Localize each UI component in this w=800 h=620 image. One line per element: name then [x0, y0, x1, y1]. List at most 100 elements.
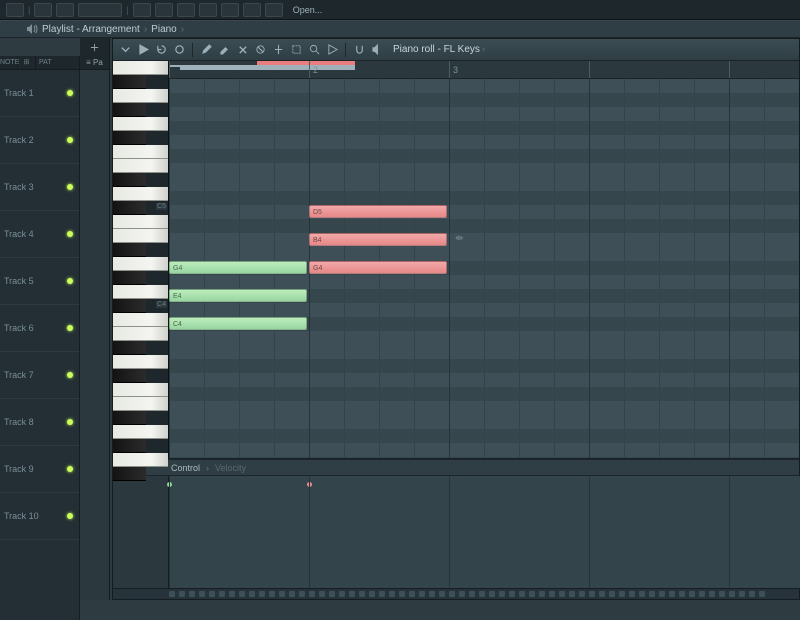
- track-active-dot[interactable]: [67, 137, 73, 143]
- white-key[interactable]: [113, 145, 168, 159]
- white-key[interactable]: [113, 383, 168, 397]
- white-key[interactable]: [113, 89, 168, 103]
- track-active-dot[interactable]: [67, 513, 73, 519]
- chevron-right-icon[interactable]: ›: [482, 44, 485, 55]
- black-key[interactable]: [113, 341, 146, 355]
- toolbar-slot[interactable]: [265, 3, 283, 17]
- track-row[interactable]: Track 1: [0, 70, 79, 117]
- track-row[interactable]: Track 6: [0, 305, 79, 352]
- track-label: Track 6: [0, 323, 34, 333]
- toolbar-slot[interactable]: [155, 3, 173, 17]
- black-key[interactable]: [113, 103, 146, 117]
- toolbar-slot[interactable]: [34, 3, 52, 17]
- minimap-scrollbar[interactable]: [113, 588, 799, 599]
- breadcrumb-item[interactable]: Piano: [151, 24, 177, 35]
- track-active-dot[interactable]: [67, 278, 73, 284]
- toolbar-slot[interactable]: [177, 3, 195, 17]
- track-active-dot[interactable]: [67, 419, 73, 425]
- pattern-tab[interactable]: PAT: [36, 59, 79, 66]
- midi-note[interactable]: G4: [169, 261, 307, 274]
- erase-tool-icon[interactable]: [234, 42, 250, 58]
- white-key[interactable]: [113, 453, 168, 467]
- time-ruler[interactable]: 23: [169, 61, 799, 79]
- midi-note[interactable]: G4: [309, 261, 447, 274]
- black-key[interactable]: [113, 75, 146, 89]
- black-key[interactable]: [113, 201, 146, 215]
- playback-tool-icon[interactable]: [324, 42, 340, 58]
- track-row[interactable]: Track 4: [0, 211, 79, 258]
- black-key[interactable]: [113, 299, 146, 313]
- track-row[interactable]: Track 10: [0, 493, 79, 540]
- white-key[interactable]: [113, 355, 168, 369]
- track-active-dot[interactable]: [67, 372, 73, 378]
- track-active-dot[interactable]: [67, 90, 73, 96]
- toolbar-slot[interactable]: [243, 3, 261, 17]
- black-key[interactable]: [113, 173, 146, 187]
- midi-note[interactable]: E4: [169, 289, 307, 302]
- white-key[interactable]: [113, 285, 168, 299]
- white-key[interactable]: [113, 61, 168, 75]
- white-key[interactable]: [113, 425, 168, 439]
- black-key[interactable]: [113, 439, 146, 453]
- track-row[interactable]: Track 8: [0, 399, 79, 446]
- loop-marker[interactable]: [180, 67, 355, 70]
- track-row[interactable]: Track 7: [0, 352, 79, 399]
- black-key[interactable]: [113, 411, 146, 425]
- speaker-icon[interactable]: [369, 42, 385, 58]
- play-button[interactable]: [135, 42, 151, 58]
- slice-tool-icon[interactable]: [270, 42, 286, 58]
- note-tab[interactable]: NOTE: [0, 56, 18, 69]
- piano-roll-grid[interactable]: 23 C4E4G4G4B4D5⇼: [169, 61, 799, 458]
- velocity-label[interactable]: Velocity: [215, 463, 246, 473]
- white-key[interactable]: [113, 327, 168, 341]
- open-button[interactable]: Open...: [287, 5, 329, 15]
- white-key[interactable]: [113, 159, 168, 173]
- white-key[interactable]: [113, 313, 168, 327]
- pattern-header[interactable]: ≡ Pa: [80, 56, 109, 70]
- control-label[interactable]: Control: [171, 463, 200, 473]
- track-active-dot[interactable]: [67, 231, 73, 237]
- piano-keyboard[interactable]: C5C4: [113, 61, 169, 458]
- white-key[interactable]: [113, 187, 168, 201]
- paint-tool-icon[interactable]: [216, 42, 232, 58]
- track-row[interactable]: Track 5: [0, 258, 79, 305]
- white-key[interactable]: [113, 117, 168, 131]
- breadcrumb-item[interactable]: Playlist - Arrangement: [42, 24, 140, 35]
- util-icon[interactable]: [171, 42, 187, 58]
- white-key[interactable]: [113, 257, 168, 271]
- transport-slot[interactable]: [78, 3, 122, 17]
- chevron-down-icon[interactable]: [117, 42, 133, 58]
- white-key[interactable]: [113, 397, 168, 411]
- zoom-tool-icon[interactable]: [306, 42, 322, 58]
- toolbar-slot[interactable]: [56, 3, 74, 17]
- track-row[interactable]: Track 9: [0, 446, 79, 493]
- track-active-dot[interactable]: [67, 325, 73, 331]
- grid-icon[interactable]: ⊞: [18, 56, 36, 69]
- track-row[interactable]: Track 2: [0, 117, 79, 164]
- toolbar-slot[interactable]: [133, 3, 151, 17]
- velocity-editor[interactable]: [113, 476, 799, 588]
- track-row[interactable]: Track 3: [0, 164, 79, 211]
- snap-icon[interactable]: [351, 42, 367, 58]
- midi-note[interactable]: C4: [169, 317, 307, 330]
- draw-tool-icon[interactable]: [198, 42, 214, 58]
- track-active-dot[interactable]: [67, 184, 73, 190]
- black-key[interactable]: [113, 271, 146, 285]
- white-key[interactable]: [113, 229, 168, 243]
- select-tool-icon[interactable]: [288, 42, 304, 58]
- black-key[interactable]: [113, 243, 146, 257]
- toolbar-slot[interactable]: [221, 3, 239, 17]
- track-active-dot[interactable]: [67, 466, 73, 472]
- black-key[interactable]: [113, 131, 146, 145]
- toolbar-slot[interactable]: [199, 3, 217, 17]
- black-key[interactable]: [113, 369, 146, 383]
- white-key[interactable]: [113, 215, 168, 229]
- undo-icon[interactable]: [153, 42, 169, 58]
- toolbar-slot[interactable]: [6, 3, 24, 17]
- chevron-right-icon[interactable]: ›: [206, 463, 209, 473]
- mode-tab[interactable]: [80, 38, 110, 56]
- midi-note[interactable]: B4: [309, 233, 447, 246]
- mute-tool-icon[interactable]: [252, 42, 268, 58]
- black-key[interactable]: [113, 467, 146, 481]
- midi-note[interactable]: D5: [309, 205, 447, 218]
